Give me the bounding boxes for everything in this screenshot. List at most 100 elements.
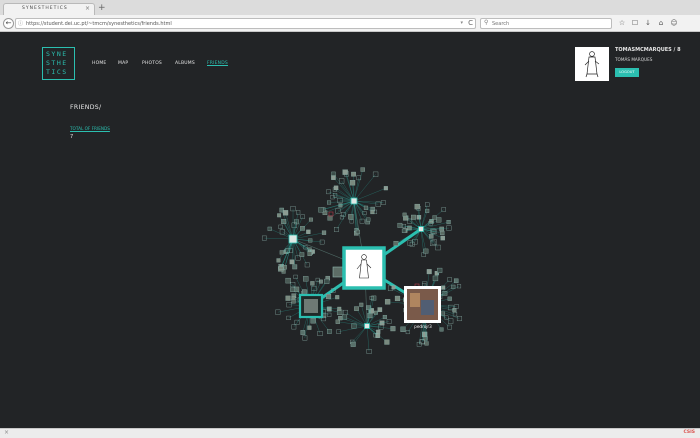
friend-thumbnail[interactable] — [423, 248, 429, 254]
friend-thumbnail[interactable] — [289, 259, 295, 265]
friend-thumbnail[interactable] — [363, 205, 369, 210]
friend-thumbnail[interactable] — [348, 214, 354, 220]
friend-thumbnail[interactable] — [447, 296, 452, 301]
friend-thumbnail[interactable] — [382, 315, 387, 320]
friend-thumbnail[interactable] — [377, 307, 383, 312]
status-badge[interactable]: CSIS — [683, 430, 695, 435]
friend-thumbnail[interactable] — [327, 215, 333, 221]
friend-thumbnail[interactable] — [432, 215, 437, 220]
friend-thumbnail[interactable] — [277, 213, 282, 218]
friend-thumbnail[interactable] — [376, 333, 381, 338]
friend-thumbnail[interactable] — [342, 314, 348, 320]
friend-thumbnail[interactable] — [400, 326, 406, 332]
friend-thumbnail[interactable] — [366, 217, 371, 222]
friend-thumbnail[interactable] — [328, 211, 334, 217]
friends-graph[interactable]: pedrojr3 — [0, 0, 700, 438]
friend-thumbnail[interactable] — [436, 217, 442, 223]
friend-thumbnail[interactable] — [278, 266, 284, 272]
friend-thumbnail[interactable] — [351, 171, 356, 177]
status-close-icon[interactable]: × — [4, 429, 9, 436]
friend-node[interactable] — [288, 234, 298, 244]
friend-thumbnail[interactable] — [402, 212, 407, 217]
friend-thumbnail[interactable] — [349, 219, 354, 224]
friend-thumbnail[interactable] — [299, 252, 305, 257]
friend-thumbnail[interactable] — [452, 308, 457, 313]
friend-thumbnail[interactable] — [440, 311, 445, 316]
friend-thumbnail[interactable] — [300, 226, 305, 231]
friend-thumbnail[interactable] — [307, 251, 312, 256]
friend-thumbnail[interactable] — [324, 278, 330, 284]
self-node[interactable] — [342, 246, 386, 290]
friend-thumbnail[interactable] — [349, 180, 356, 186]
friend-thumbnail[interactable] — [451, 284, 456, 289]
friend-thumbnail[interactable] — [335, 295, 340, 300]
friend-thumbnail[interactable] — [307, 325, 312, 330]
friend-thumbnail[interactable] — [310, 318, 316, 324]
friend-node[interactable] — [418, 226, 424, 232]
friend-thumbnail[interactable] — [306, 229, 311, 234]
friend-thumbnail[interactable] — [432, 275, 439, 282]
friend-thumbnail[interactable] — [335, 319, 340, 324]
friend-thumbnail[interactable] — [285, 277, 291, 284]
friend-thumbnail[interactable] — [354, 306, 359, 311]
friend-thumbnail[interactable] — [310, 281, 315, 286]
friend-thumbnail[interactable] — [426, 269, 432, 275]
friend-thumbnail[interactable] — [308, 217, 313, 222]
friend-thumbnail[interactable] — [440, 235, 445, 241]
friend-thumbnail[interactable] — [302, 289, 308, 295]
friend-thumbnail[interactable] — [291, 299, 296, 304]
friend-thumbnail[interactable] — [446, 220, 451, 225]
friend-thumbnail[interactable] — [337, 306, 342, 311]
friend-thumbnail[interactable] — [342, 169, 348, 175]
friend-thumbnail[interactable] — [429, 234, 434, 239]
friend-thumbnail[interactable] — [276, 258, 281, 263]
friend-thumbnail[interactable] — [453, 278, 459, 284]
friend-thumbnail[interactable] — [391, 285, 396, 290]
friend-thumbnail[interactable] — [294, 219, 299, 225]
friend-thumbnail[interactable] — [407, 225, 412, 231]
friend-thumbnail[interactable] — [370, 210, 375, 215]
friend-thumbnail[interactable] — [390, 326, 396, 332]
friend-node[interactable] — [350, 197, 358, 205]
friend-thumbnail[interactable] — [386, 319, 392, 324]
friend-thumbnail[interactable] — [300, 330, 306, 335]
friend-node[interactable] — [332, 266, 344, 278]
friend-thumbnail[interactable] — [424, 341, 429, 346]
friend-thumbnail[interactable] — [295, 255, 301, 261]
friend-node[interactable] — [364, 323, 370, 329]
friend-thumbnail[interactable] — [350, 341, 356, 347]
friend-thumbnail[interactable] — [318, 207, 324, 213]
friend-thumbnail[interactable] — [437, 267, 443, 273]
friend-thumbnail[interactable] — [394, 295, 401, 302]
friend-thumbnail[interactable] — [439, 226, 444, 232]
friend-thumbnail[interactable] — [303, 276, 309, 282]
friend-thumbnail[interactable] — [360, 167, 365, 172]
friend-thumbnail[interactable] — [321, 230, 327, 235]
friend-thumbnail[interactable] — [331, 171, 336, 177]
friend-thumbnail[interactable] — [327, 329, 332, 334]
friend-thumbnail[interactable] — [373, 310, 378, 315]
friend-thumbnail[interactable] — [401, 228, 407, 233]
friend-thumbnail[interactable] — [439, 327, 444, 332]
friend-thumbnail[interactable] — [383, 186, 388, 191]
friend-thumbnail[interactable] — [333, 185, 339, 191]
friend-thumbnail[interactable] — [367, 313, 373, 319]
friend-thumbnail[interactable] — [384, 299, 391, 305]
friend-thumbnail[interactable] — [355, 229, 360, 234]
friend-thumbnail[interactable] — [325, 293, 332, 300]
friend-thumbnail[interactable] — [285, 295, 291, 301]
friend-thumbnail[interactable] — [338, 315, 343, 321]
friend-thumbnail[interactable] — [327, 200, 332, 205]
friend-thumbnail[interactable] — [292, 264, 298, 270]
friend-thumbnail[interactable] — [384, 339, 390, 345]
friend-thumbnail[interactable] — [279, 250, 284, 255]
friend-thumbnail[interactable] — [359, 302, 364, 307]
friend-thumbnail[interactable] — [397, 222, 403, 228]
friend-thumbnail[interactable] — [290, 287, 295, 292]
friend-thumbnail[interactable] — [440, 230, 445, 236]
friend-thumbnail[interactable] — [282, 210, 289, 216]
friend-thumbnail[interactable] — [331, 175, 336, 180]
friend-thumbnail[interactable] — [414, 203, 420, 210]
friend-thumbnail[interactable] — [308, 238, 313, 243]
friend-thumbnail[interactable] — [393, 241, 399, 246]
